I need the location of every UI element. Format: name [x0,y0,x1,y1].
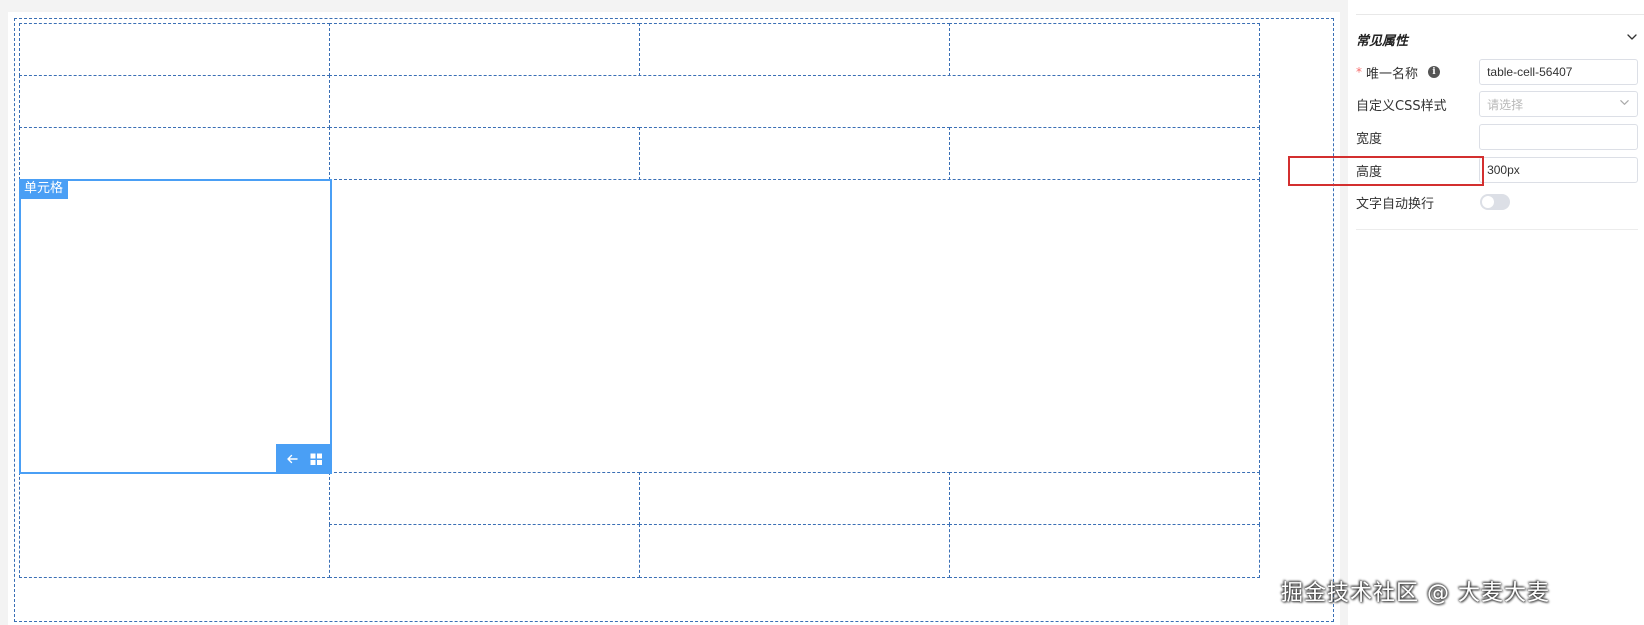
cell-toolbar [276,444,332,474]
table-cell[interactable] [949,127,1260,180]
chevron-down-icon[interactable] [1626,31,1638,47]
width-input-wrap [1479,124,1638,150]
custom-css-row: 自定义CSS样式 请选择 [1356,91,1638,117]
grid-icon[interactable] [306,449,326,469]
table-cell[interactable] [329,179,1260,473]
table-cell[interactable] [949,472,1260,525]
section-title: 常见属性 [1356,33,1409,49]
info-circle-icon[interactable]: i [1428,66,1441,78]
annotation-highlight [1288,156,1484,186]
table-cell[interactable] [19,23,330,76]
unique-name-row: * 唯一名称 i [1356,59,1638,85]
width-label: 宽度 [1356,131,1383,147]
divider [1356,229,1638,230]
table-cell[interactable] [329,127,640,180]
divider [1356,14,1644,15]
table-cell[interactable] [19,472,330,578]
table-cell[interactable] [329,524,640,578]
designer-canvas: 单元格 [0,0,1348,625]
table-paper: 单元格 [8,12,1340,625]
unique-name-label-text: 唯一名称 [1366,66,1419,82]
height-input-wrap [1479,157,1638,183]
table-cell[interactable] [329,75,1260,128]
table-cell[interactable] [639,23,950,76]
text-wrap-label: 文字自动换行 [1356,196,1435,212]
table-cell[interactable] [329,472,640,525]
property-panel: 常见属性 * 唯一名称 i 自定义CSS样式 请选择 宽度 [1348,0,1644,625]
section-header-common[interactable]: 常见属性 [1356,28,1638,50]
table-cell[interactable] [639,524,950,578]
custom-css-label: 自定义CSS样式 [1356,98,1447,114]
chevron-down-icon [1619,97,1630,111]
arrow-left-icon[interactable] [282,449,302,469]
width-input[interactable] [1487,130,1630,144]
table-cell[interactable] [639,472,950,525]
table-cell[interactable] [19,127,330,180]
unique-name-input[interactable] [1487,65,1630,79]
table-cell[interactable] [949,524,1260,578]
unique-name-input-wrap [1479,59,1638,85]
unique-name-label: * 唯一名称 i [1356,63,1479,82]
text-wrap-toggle[interactable] [1480,194,1510,210]
watermark: 掘金技术社区 @ 大麦大麦 [1281,581,1550,606]
table-container: 单元格 [14,18,1334,622]
custom-css-select[interactable]: 请选择 [1479,91,1638,117]
text-wrap-row: 文字自动换行 [1356,189,1638,215]
required-mark: * [1356,65,1362,79]
height-input[interactable] [1487,163,1630,177]
table-cell[interactable] [329,23,640,76]
cell-type-tag: 单元格 [19,179,69,199]
selected-table-cell[interactable]: 单元格 [19,179,332,474]
table-cell[interactable] [949,23,1260,76]
table-cell[interactable] [639,127,950,180]
width-row: 宽度 [1356,124,1638,150]
custom-css-placeholder: 请选择 [1487,97,1524,112]
table-cell[interactable] [19,75,330,128]
